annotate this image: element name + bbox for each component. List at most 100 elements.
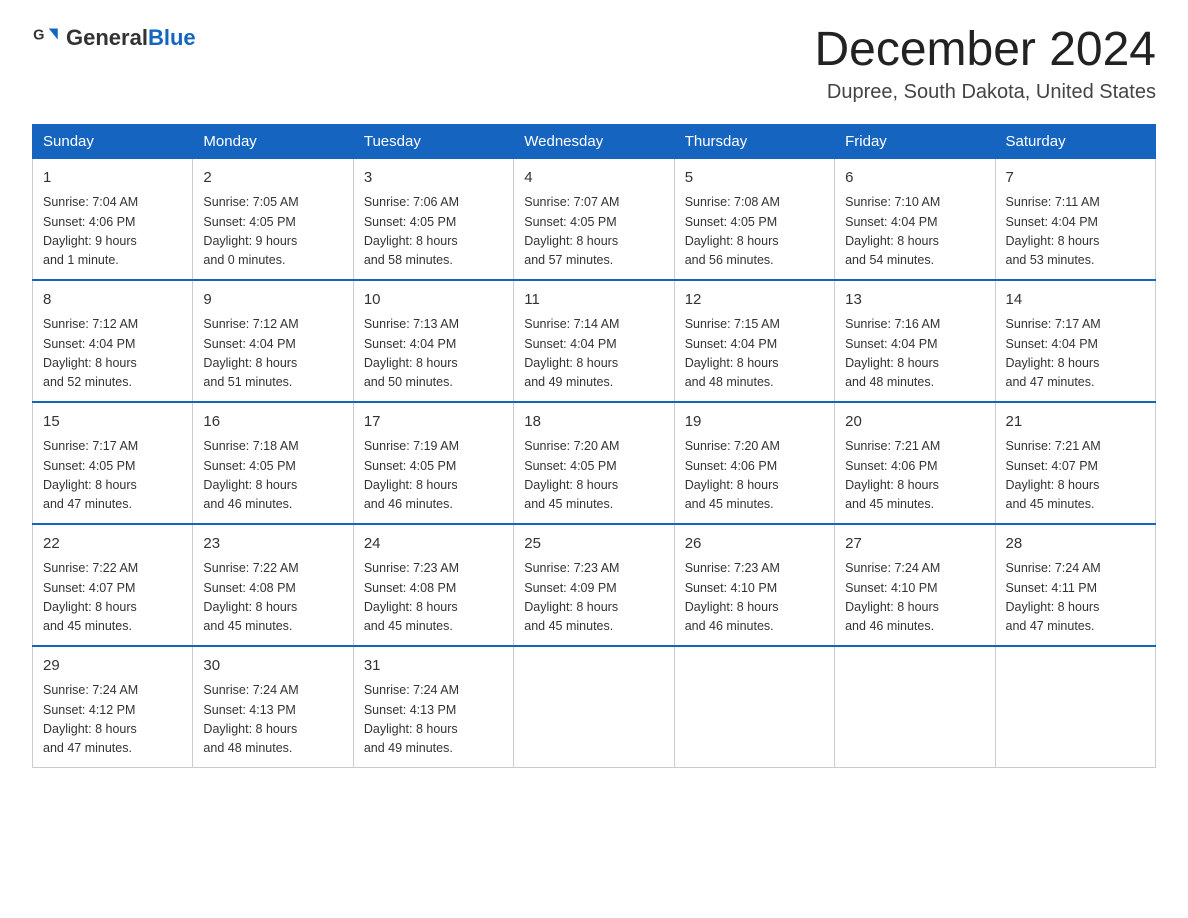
- page-header: G GeneralBlue December 2024 Dupree, Sout…: [32, 24, 1156, 104]
- day-info: Sunrise: 7:16 AMSunset: 4:04 PMDaylight:…: [845, 315, 984, 393]
- day-number: 16: [203, 411, 342, 434]
- header-sunday: Sunday: [33, 124, 193, 158]
- day-info: Sunrise: 7:05 AMSunset: 4:05 PMDaylight:…: [203, 193, 342, 271]
- day-number: 15: [43, 411, 182, 434]
- day-info: Sunrise: 7:20 AMSunset: 4:06 PMDaylight:…: [685, 437, 824, 515]
- calendar-cell: [835, 646, 995, 768]
- header-thursday: Thursday: [674, 124, 834, 158]
- calendar-cell: 24 Sunrise: 7:23 AMSunset: 4:08 PMDaylig…: [353, 524, 513, 646]
- calendar-cell: 21 Sunrise: 7:21 AMSunset: 4:07 PMDaylig…: [995, 402, 1155, 524]
- day-info: Sunrise: 7:21 AMSunset: 4:06 PMDaylight:…: [845, 437, 984, 515]
- day-info: Sunrise: 7:24 AMSunset: 4:13 PMDaylight:…: [203, 681, 342, 759]
- calendar-cell: [514, 646, 674, 768]
- day-info: Sunrise: 7:17 AMSunset: 4:05 PMDaylight:…: [43, 437, 182, 515]
- calendar-cell: 1 Sunrise: 7:04 AMSunset: 4:06 PMDayligh…: [33, 158, 193, 280]
- day-info: Sunrise: 7:24 AMSunset: 4:12 PMDaylight:…: [43, 681, 182, 759]
- day-number: 2: [203, 167, 342, 190]
- title-block: December 2024 Dupree, South Dakota, Unit…: [814, 24, 1156, 104]
- logo-blue: Blue: [148, 25, 196, 50]
- day-number: 8: [43, 289, 182, 312]
- day-number: 13: [845, 289, 984, 312]
- week-row-5: 29 Sunrise: 7:24 AMSunset: 4:12 PMDaylig…: [33, 646, 1156, 768]
- week-row-2: 8 Sunrise: 7:12 AMSunset: 4:04 PMDayligh…: [33, 280, 1156, 402]
- day-info: Sunrise: 7:08 AMSunset: 4:05 PMDaylight:…: [685, 193, 824, 271]
- day-info: Sunrise: 7:20 AMSunset: 4:05 PMDaylight:…: [524, 437, 663, 515]
- day-number: 4: [524, 167, 663, 190]
- header-friday: Friday: [835, 124, 995, 158]
- day-info: Sunrise: 7:22 AMSunset: 4:08 PMDaylight:…: [203, 559, 342, 637]
- day-number: 26: [685, 533, 824, 556]
- calendar-cell: 8 Sunrise: 7:12 AMSunset: 4:04 PMDayligh…: [33, 280, 193, 402]
- header-monday: Monday: [193, 124, 353, 158]
- day-info: Sunrise: 7:14 AMSunset: 4:04 PMDaylight:…: [524, 315, 663, 393]
- location-subtitle: Dupree, South Dakota, United States: [814, 81, 1156, 104]
- calendar-cell: 12 Sunrise: 7:15 AMSunset: 4:04 PMDaylig…: [674, 280, 834, 402]
- header-saturday: Saturday: [995, 124, 1155, 158]
- day-number: 28: [1006, 533, 1145, 556]
- calendar-cell: 29 Sunrise: 7:24 AMSunset: 4:12 PMDaylig…: [33, 646, 193, 768]
- day-info: Sunrise: 7:04 AMSunset: 4:06 PMDaylight:…: [43, 193, 182, 271]
- day-number: 30: [203, 655, 342, 678]
- day-number: 24: [364, 533, 503, 556]
- calendar-header: SundayMondayTuesdayWednesdayThursdayFrid…: [33, 124, 1156, 158]
- month-title: December 2024: [814, 24, 1156, 77]
- calendar-cell: 17 Sunrise: 7:19 AMSunset: 4:05 PMDaylig…: [353, 402, 513, 524]
- day-number: 12: [685, 289, 824, 312]
- calendar-cell: [995, 646, 1155, 768]
- calendar-cell: 4 Sunrise: 7:07 AMSunset: 4:05 PMDayligh…: [514, 158, 674, 280]
- logo-general: General: [66, 25, 148, 50]
- calendar-cell: 6 Sunrise: 7:10 AMSunset: 4:04 PMDayligh…: [835, 158, 995, 280]
- day-number: 5: [685, 167, 824, 190]
- calendar-body: 1 Sunrise: 7:04 AMSunset: 4:06 PMDayligh…: [33, 158, 1156, 767]
- week-row-4: 22 Sunrise: 7:22 AMSunset: 4:07 PMDaylig…: [33, 524, 1156, 646]
- calendar-cell: 13 Sunrise: 7:16 AMSunset: 4:04 PMDaylig…: [835, 280, 995, 402]
- calendar-cell: 25 Sunrise: 7:23 AMSunset: 4:09 PMDaylig…: [514, 524, 674, 646]
- day-info: Sunrise: 7:24 AMSunset: 4:11 PMDaylight:…: [1006, 559, 1145, 637]
- calendar-cell: 26 Sunrise: 7:23 AMSunset: 4:10 PMDaylig…: [674, 524, 834, 646]
- day-info: Sunrise: 7:18 AMSunset: 4:05 PMDaylight:…: [203, 437, 342, 515]
- calendar-cell: 11 Sunrise: 7:14 AMSunset: 4:04 PMDaylig…: [514, 280, 674, 402]
- day-info: Sunrise: 7:17 AMSunset: 4:04 PMDaylight:…: [1006, 315, 1145, 393]
- day-info: Sunrise: 7:11 AMSunset: 4:04 PMDaylight:…: [1006, 193, 1145, 271]
- day-number: 21: [1006, 411, 1145, 434]
- day-number: 29: [43, 655, 182, 678]
- day-info: Sunrise: 7:24 AMSunset: 4:13 PMDaylight:…: [364, 681, 503, 759]
- day-number: 20: [845, 411, 984, 434]
- calendar-cell: 22 Sunrise: 7:22 AMSunset: 4:07 PMDaylig…: [33, 524, 193, 646]
- calendar-cell: 14 Sunrise: 7:17 AMSunset: 4:04 PMDaylig…: [995, 280, 1155, 402]
- day-info: Sunrise: 7:23 AMSunset: 4:08 PMDaylight:…: [364, 559, 503, 637]
- day-number: 14: [1006, 289, 1145, 312]
- day-info: Sunrise: 7:13 AMSunset: 4:04 PMDaylight:…: [364, 315, 503, 393]
- calendar-cell: [674, 646, 834, 768]
- day-info: Sunrise: 7:22 AMSunset: 4:07 PMDaylight:…: [43, 559, 182, 637]
- calendar-cell: 9 Sunrise: 7:12 AMSunset: 4:04 PMDayligh…: [193, 280, 353, 402]
- day-number: 27: [845, 533, 984, 556]
- logo: G GeneralBlue: [32, 24, 196, 52]
- calendar-cell: 5 Sunrise: 7:08 AMSunset: 4:05 PMDayligh…: [674, 158, 834, 280]
- day-number: 19: [685, 411, 824, 434]
- calendar-cell: 31 Sunrise: 7:24 AMSunset: 4:13 PMDaylig…: [353, 646, 513, 768]
- day-number: 6: [845, 167, 984, 190]
- day-number: 25: [524, 533, 663, 556]
- day-info: Sunrise: 7:21 AMSunset: 4:07 PMDaylight:…: [1006, 437, 1145, 515]
- calendar-cell: 10 Sunrise: 7:13 AMSunset: 4:04 PMDaylig…: [353, 280, 513, 402]
- calendar-cell: 2 Sunrise: 7:05 AMSunset: 4:05 PMDayligh…: [193, 158, 353, 280]
- header-wednesday: Wednesday: [514, 124, 674, 158]
- day-info: Sunrise: 7:12 AMSunset: 4:04 PMDaylight:…: [203, 315, 342, 393]
- calendar-cell: 18 Sunrise: 7:20 AMSunset: 4:05 PMDaylig…: [514, 402, 674, 524]
- calendar-cell: 23 Sunrise: 7:22 AMSunset: 4:08 PMDaylig…: [193, 524, 353, 646]
- calendar-cell: 7 Sunrise: 7:11 AMSunset: 4:04 PMDayligh…: [995, 158, 1155, 280]
- day-info: Sunrise: 7:24 AMSunset: 4:10 PMDaylight:…: [845, 559, 984, 637]
- day-number: 1: [43, 167, 182, 190]
- day-number: 23: [203, 533, 342, 556]
- day-info: Sunrise: 7:23 AMSunset: 4:09 PMDaylight:…: [524, 559, 663, 637]
- calendar-cell: 27 Sunrise: 7:24 AMSunset: 4:10 PMDaylig…: [835, 524, 995, 646]
- day-info: Sunrise: 7:07 AMSunset: 4:05 PMDaylight:…: [524, 193, 663, 271]
- logo-icon: G: [32, 24, 60, 52]
- day-number: 3: [364, 167, 503, 190]
- calendar-cell: 28 Sunrise: 7:24 AMSunset: 4:11 PMDaylig…: [995, 524, 1155, 646]
- day-info: Sunrise: 7:06 AMSunset: 4:05 PMDaylight:…: [364, 193, 503, 271]
- header-row: SundayMondayTuesdayWednesdayThursdayFrid…: [33, 124, 1156, 158]
- calendar-table: SundayMondayTuesdayWednesdayThursdayFrid…: [32, 124, 1156, 768]
- calendar-cell: 20 Sunrise: 7:21 AMSunset: 4:06 PMDaylig…: [835, 402, 995, 524]
